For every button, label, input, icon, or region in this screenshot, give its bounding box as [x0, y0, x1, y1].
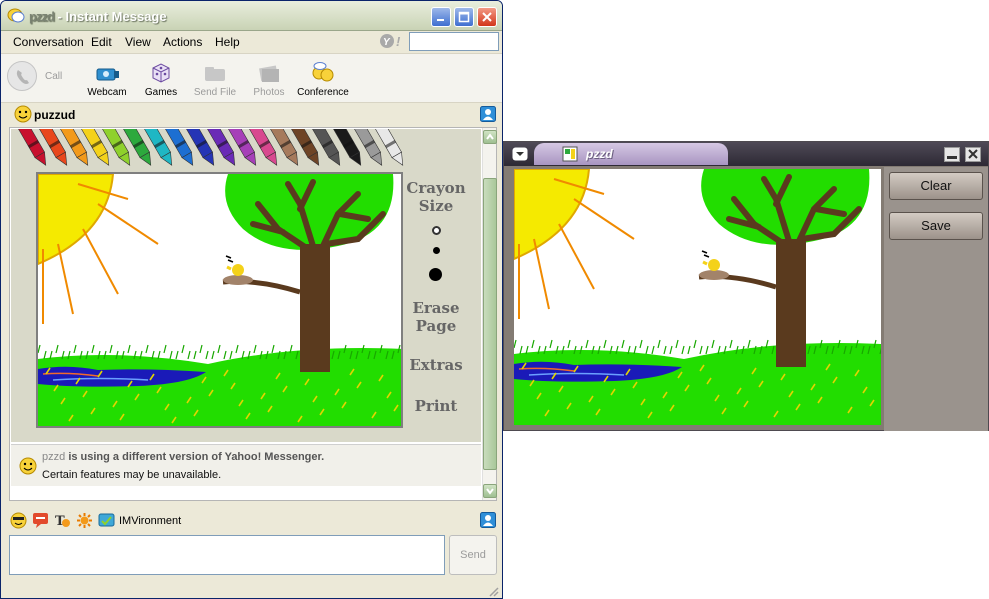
- erase-page-button[interactable]: Erase Page: [401, 299, 471, 335]
- print-button[interactable]: Print: [401, 397, 471, 415]
- games-label: Games: [144, 87, 178, 98]
- yahoo-logo-icon: Y!: [379, 33, 407, 52]
- notice-message: is using a different version of Yahoo! M…: [68, 451, 325, 463]
- webcam-button[interactable]: Webcam: [79, 59, 135, 98]
- doodle-imvironment: Crayon Size Erase Page Extras Print: [11, 129, 481, 442]
- scroll-thumb[interactable]: [483, 178, 497, 470]
- crayon-palette[interactable]: [11, 129, 431, 171]
- menu-actions[interactable]: Actions: [163, 35, 202, 49]
- imvironment-icon[interactable]: [98, 512, 115, 532]
- title-suffix: - Instant Message: [57, 9, 167, 24]
- search-input[interactable]: [409, 32, 499, 51]
- extras-button[interactable]: Extras: [401, 356, 471, 374]
- popup-minimize-icon[interactable]: [944, 147, 960, 165]
- folder-icon: [202, 61, 228, 85]
- conference-icon: [310, 61, 336, 85]
- messenger-app-icon: [7, 8, 25, 27]
- contact-bar: puzzud: [1, 103, 502, 125]
- menu-view[interactable]: View: [125, 35, 151, 49]
- doodle-canvas[interactable]: [36, 172, 403, 428]
- popup-side-panel: Clear Save: [884, 167, 988, 431]
- size-small-option[interactable]: [432, 226, 441, 235]
- erase-word: Erase: [412, 299, 460, 317]
- conversation-scrollbar[interactable]: [482, 128, 497, 500]
- doodle-app-icon: [562, 145, 580, 166]
- notice-scribble: pzzd: [42, 451, 66, 463]
- minimize-button[interactable]: [431, 7, 451, 27]
- menu-edit[interactable]: Edit: [91, 35, 112, 49]
- photos-button[interactable]: Photos: [241, 59, 297, 98]
- title-bar[interactable]: pzzd - Instant Message: [1, 1, 502, 31]
- nudge-icon[interactable]: [76, 512, 93, 532]
- popup-doodle-canvas[interactable]: [514, 169, 881, 425]
- window-title: pzzd - Instant Message: [29, 9, 167, 24]
- webcam-icon: [94, 61, 120, 85]
- webcam-label: Webcam: [87, 87, 127, 98]
- photos-icon: [256, 61, 282, 85]
- notice-smiley-icon: [19, 457, 37, 478]
- svg-text:!: !: [396, 34, 401, 49]
- close-button[interactable]: [477, 7, 497, 27]
- conference-label: Conference: [297, 87, 349, 98]
- send-file-button[interactable]: Send File: [187, 59, 243, 98]
- notice-line-2: Certain features may be unavailable.: [42, 469, 222, 481]
- games-button[interactable]: Games: [133, 59, 189, 98]
- emoticon-icon[interactable]: [10, 512, 27, 532]
- page-word: Page: [415, 317, 457, 335]
- size-large-option[interactable]: [429, 268, 442, 281]
- menu-conversation[interactable]: Conversation: [13, 35, 84, 49]
- message-input[interactable]: [9, 535, 445, 575]
- send-file-label: Send File: [193, 87, 237, 98]
- call-label: Call: [45, 71, 63, 82]
- text-format-icon[interactable]: T: [54, 512, 71, 532]
- popup-drawing: [514, 169, 881, 425]
- clear-button[interactable]: Clear: [889, 172, 983, 200]
- resize-grip-icon[interactable]: [487, 585, 499, 598]
- photos-label: Photos: [253, 87, 285, 98]
- contact-card-icon[interactable]: [480, 106, 496, 125]
- popup-title-tab: pzzd: [534, 143, 728, 165]
- audible-icon[interactable]: [32, 512, 49, 532]
- size-medium-option[interactable]: [433, 247, 440, 254]
- size-word: Size: [418, 197, 454, 215]
- dice-icon: [148, 61, 174, 85]
- emoticon-bar: T IMVironment: [1, 508, 502, 532]
- conversation-pane: Crayon Size Erase Page Extras Print pzzd…: [9, 127, 497, 501]
- scroll-up-icon[interactable]: [483, 130, 497, 144]
- popup-close-icon[interactable]: [965, 147, 981, 165]
- maximize-button[interactable]: [454, 7, 474, 27]
- call-button[interactable]: [7, 61, 37, 91]
- popup-menu-icon[interactable]: [512, 147, 528, 164]
- doodle-popup-window: pzzd Clear Save: [503, 141, 989, 431]
- notice-line-1: pzzd is using a different version of Yah…: [42, 451, 324, 463]
- my-card-icon[interactable]: [480, 512, 496, 531]
- smiley-icon: [14, 105, 32, 126]
- drawing: [38, 174, 401, 426]
- conference-button[interactable]: Conference: [295, 59, 351, 98]
- save-button[interactable]: Save: [889, 212, 983, 240]
- contact-name: puzzud: [34, 108, 76, 122]
- crayon-word: Crayon: [406, 179, 466, 197]
- scroll-down-icon[interactable]: [483, 484, 497, 498]
- version-notice: pzzd is using a different version of Yah…: [11, 444, 481, 486]
- popup-title-bar[interactable]: pzzd: [504, 142, 988, 166]
- send-button[interactable]: Send: [449, 535, 497, 575]
- imvironment-label[interactable]: IMVironment: [119, 515, 181, 527]
- crayon-size-label: Crayon Size: [401, 179, 471, 215]
- title-scribble: pzzd: [29, 9, 55, 24]
- phone-icon: [16, 70, 29, 84]
- popup-title: pzzd: [586, 147, 613, 161]
- menu-help[interactable]: Help: [215, 35, 240, 49]
- instant-message-window: pzzd - Instant Message Conversation Edit…: [0, 0, 503, 599]
